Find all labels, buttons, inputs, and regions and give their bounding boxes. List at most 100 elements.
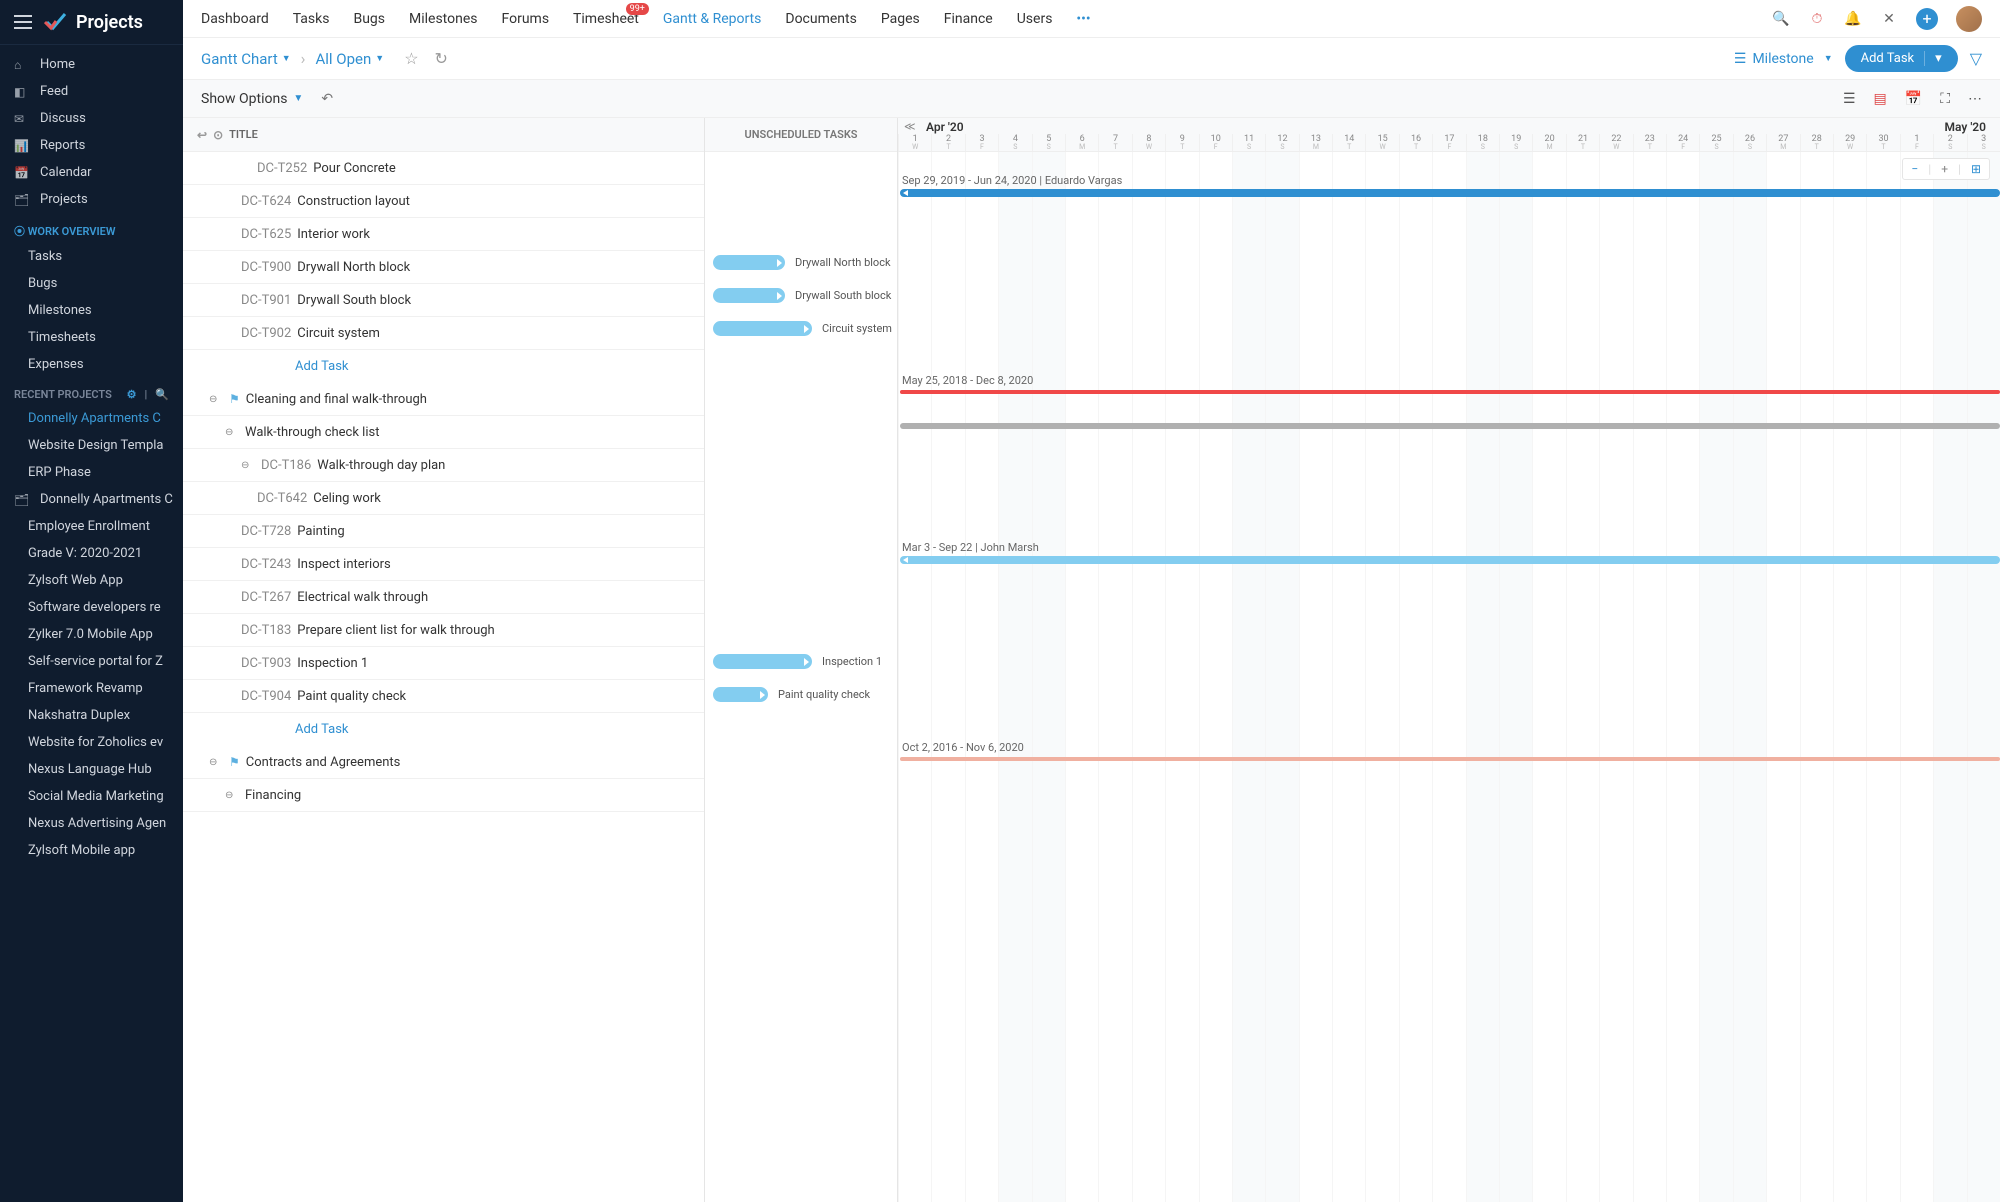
task-row[interactable]: DC-T183Prepare client list for walk thro… bbox=[183, 614, 704, 647]
collapse-icon[interactable]: ⊖ bbox=[241, 460, 255, 471]
project-item[interactable]: Zylker 7.0 Mobile App bbox=[0, 621, 183, 648]
crumb-gantt-chart[interactable]: Gantt Chart▼ bbox=[201, 50, 291, 68]
recent-project[interactable]: ERP Phase bbox=[0, 459, 183, 486]
settings-icon[interactable]: ⚙ bbox=[127, 388, 137, 401]
view-icon[interactable]: ☰ bbox=[1843, 91, 1856, 107]
zoom-in-icon[interactable]: + bbox=[1941, 162, 1948, 176]
project-item[interactable]: Zylsoft Mobile app bbox=[0, 837, 183, 864]
recent-project[interactable]: Website Design Templa bbox=[0, 432, 183, 459]
project-item[interactable]: 🗂Donnelly Apartments C bbox=[0, 486, 183, 513]
project-item[interactable]: Framework Revamp bbox=[0, 675, 183, 702]
nav-milestones[interactable]: Milestones bbox=[0, 297, 183, 324]
task-row[interactable]: DC-T728Painting bbox=[183, 515, 704, 548]
section-work-overview[interactable]: ⦿ WORK OVERVIEW bbox=[0, 213, 183, 243]
task-row[interactable]: DC-T624Construction layout bbox=[183, 185, 704, 218]
task-group[interactable]: ⊖Financing bbox=[183, 779, 704, 812]
expand-icon[interactable]: ⛶ bbox=[1940, 91, 1950, 107]
crumb-all-open[interactable]: All Open▼ bbox=[315, 50, 384, 68]
bell-icon[interactable]: 🔔 bbox=[1844, 10, 1862, 28]
gantt-bar[interactable] bbox=[900, 189, 2000, 197]
search-icon[interactable]: 🔍 bbox=[1772, 10, 1790, 28]
more-tabs-icon[interactable]: ••• bbox=[1076, 11, 1090, 27]
collapse-icon[interactable]: ⊖ bbox=[225, 427, 239, 438]
collapse-icon[interactable]: ⊙ bbox=[213, 128, 223, 142]
task-row[interactable]: DC-T900Drywall North block bbox=[183, 251, 704, 284]
task-row[interactable]: Add Task bbox=[183, 713, 704, 746]
add-task-button[interactable]: Add Task ▾ bbox=[1845, 45, 1958, 72]
tab-pages[interactable]: Pages bbox=[881, 11, 920, 27]
add-button[interactable]: + bbox=[1916, 8, 1938, 30]
more-icon[interactable]: ⋯ bbox=[1968, 91, 1982, 107]
chevron-down-icon[interactable]: ▾ bbox=[1924, 51, 1942, 66]
project-item[interactable]: Self-service portal for Z bbox=[0, 648, 183, 675]
project-item[interactable]: Grade V: 2020-2021 bbox=[0, 540, 183, 567]
refresh-icon[interactable]: ↻ bbox=[435, 49, 448, 68]
unscheduled-bar[interactable] bbox=[713, 255, 785, 270]
task-row[interactable]: DC-T902Circuit system bbox=[183, 317, 704, 350]
task-row[interactable]: DC-T901Drywall South block bbox=[183, 284, 704, 317]
add-task-link[interactable]: Add Task bbox=[241, 359, 349, 374]
collapse-icon[interactable]: ⊖ bbox=[225, 790, 239, 801]
nav-timesheets[interactable]: Timesheets bbox=[0, 324, 183, 351]
gantt-body[interactable]: Sep 29, 2019 - Jun 24, 2020 | Eduardo Va… bbox=[898, 152, 2000, 1202]
task-row[interactable]: DC-T243Inspect interiors bbox=[183, 548, 704, 581]
tab-users[interactable]: Users bbox=[1017, 11, 1053, 27]
date-icon[interactable]: 📅 bbox=[1905, 91, 1922, 107]
grid-icon[interactable]: ⊞ bbox=[1971, 162, 1981, 176]
show-options-button[interactable]: Show Options ▼ bbox=[201, 91, 303, 107]
project-item[interactable]: Nakshatra Duplex bbox=[0, 702, 183, 729]
prev-month-icon[interactable]: ≪ bbox=[904, 120, 916, 133]
project-item[interactable]: Nexus Advertising Agen bbox=[0, 810, 183, 837]
task-group[interactable]: ⊖⚑Contracts and Agreements bbox=[183, 746, 704, 779]
unscheduled-bar[interactable] bbox=[713, 288, 785, 303]
nav-tasks[interactable]: Tasks bbox=[0, 243, 183, 270]
nav-discuss[interactable]: ✉Discuss bbox=[0, 105, 183, 132]
menu-icon[interactable] bbox=[14, 15, 32, 29]
nav-projects[interactable]: 🗂Projects bbox=[0, 186, 183, 213]
undo-icon[interactable]: ↶ bbox=[321, 91, 333, 107]
gantt-bar[interactable] bbox=[900, 556, 2000, 564]
star-icon[interactable]: ☆ bbox=[404, 49, 418, 68]
unscheduled-bar[interactable] bbox=[713, 654, 812, 669]
tab-dashboard[interactable]: Dashboard bbox=[201, 11, 269, 27]
nav-reports[interactable]: 📊Reports bbox=[0, 132, 183, 159]
milestone-dropdown[interactable]: ☰ Milestone ▼ bbox=[1734, 51, 1833, 67]
task-row[interactable]: DC-T625Interior work bbox=[183, 218, 704, 251]
gantt-bar[interactable] bbox=[900, 757, 2000, 761]
tab-bugs[interactable]: Bugs bbox=[353, 11, 385, 27]
recent-project-active[interactable]: Donnelly Apartments C bbox=[0, 405, 183, 432]
collapse-icon[interactable]: ⊖ bbox=[209, 394, 223, 405]
task-row[interactable]: DC-T642Celing work bbox=[183, 482, 704, 515]
task-row[interactable]: DC-T903Inspection 1 bbox=[183, 647, 704, 680]
tab-forums[interactable]: Forums bbox=[502, 11, 550, 27]
project-item[interactable]: Software developers re bbox=[0, 594, 183, 621]
tab-finance[interactable]: Finance bbox=[944, 11, 993, 27]
unscheduled-bar[interactable] bbox=[713, 321, 812, 336]
tools-icon[interactable]: ✕ bbox=[1880, 10, 1898, 28]
task-row[interactable]: DC-T904Paint quality check bbox=[183, 680, 704, 713]
wrap-icon[interactable]: ↩ bbox=[197, 128, 207, 142]
nav-home[interactable]: ⌂Home bbox=[0, 51, 183, 78]
nav-expenses[interactable]: Expenses bbox=[0, 351, 183, 378]
task-row[interactable]: Add Task bbox=[183, 350, 704, 383]
tab-milestones[interactable]: Milestones bbox=[409, 11, 478, 27]
project-item[interactable]: Social Media Marketing bbox=[0, 783, 183, 810]
logo[interactable]: Projects bbox=[44, 10, 143, 34]
tab-tasks[interactable]: Tasks bbox=[293, 11, 330, 27]
tab-gantt-reports[interactable]: Gantt & Reports bbox=[663, 11, 762, 27]
nav-bugs[interactable]: Bugs bbox=[0, 270, 183, 297]
filter-icon[interactable]: ▽ bbox=[1970, 49, 1982, 68]
nav-calendar[interactable]: 📅Calendar bbox=[0, 159, 183, 186]
zoom-out-icon[interactable]: − bbox=[1911, 162, 1918, 176]
avatar[interactable] bbox=[1956, 6, 1982, 32]
task-group[interactable]: ⊖⚑Cleaning and final walk-through bbox=[183, 383, 704, 416]
search-icon[interactable]: 🔍 bbox=[155, 388, 169, 401]
task-row[interactable]: DC-T252Pour Concrete bbox=[183, 152, 704, 185]
add-task-link[interactable]: Add Task bbox=[241, 722, 349, 737]
gantt-bar[interactable] bbox=[900, 390, 2000, 394]
project-item[interactable]: Zylsoft Web App bbox=[0, 567, 183, 594]
tab-timesheet[interactable]: Timesheet99+ bbox=[573, 11, 639, 27]
task-row[interactable]: ⊖DC-T186Walk-through day plan bbox=[183, 449, 704, 482]
gantt-bar[interactable] bbox=[900, 423, 2000, 429]
project-item[interactable]: Employee Enrollment bbox=[0, 513, 183, 540]
